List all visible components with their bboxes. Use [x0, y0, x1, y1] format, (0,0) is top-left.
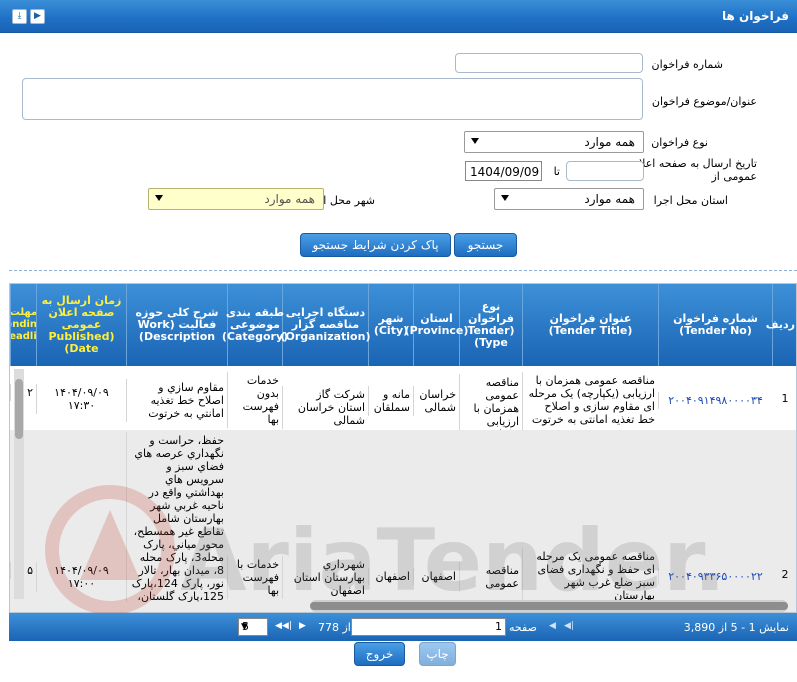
last-page-icon[interactable]: |◀◀: [275, 621, 292, 631]
city: اصفهان: [368, 568, 413, 585]
chevron-down-icon: [155, 195, 163, 201]
col-title-header[interactable]: عنوان فراخوان (Tender Title): [522, 284, 658, 366]
print-button[interactable]: چاپ: [419, 642, 456, 666]
province: خراسان شمالی: [413, 386, 459, 416]
category: خدمات با فهرست بها: [227, 556, 282, 599]
province-select-value: همه موارد: [584, 192, 635, 206]
clear-search-button[interactable]: پاک کردن شرایط جستجو: [300, 233, 451, 257]
pager-bar: نمایش 1 - 5 از 3,890 |◀ ◀ صفحه 1 از 778 …: [9, 613, 797, 641]
search-button[interactable]: جستجو: [454, 233, 517, 257]
work-description: حفظ، حراست و نگهداري عرصه هاي فضاي سبز و…: [126, 432, 227, 602]
tender-no-input[interactable]: [455, 53, 643, 73]
row-number: 1: [781, 392, 789, 405]
download-icon[interactable]: ⤓: [12, 9, 27, 24]
divider: [9, 270, 797, 271]
exit-button[interactable]: خروج: [354, 642, 405, 666]
city: مانه و سملقان: [368, 386, 413, 416]
horizontal-scrollbar[interactable]: [310, 600, 788, 612]
page-count: از 778: [318, 621, 351, 634]
date-to-label: تا: [553, 165, 560, 178]
next-page-icon[interactable]: ▶: [299, 621, 306, 631]
first-page-icon[interactable]: |◀: [564, 621, 574, 631]
table-row[interactable]: 1 ۲۰۰۴۰۹۱۴۹۸۰۰۰۰۳۴ مناقصه عمومی همزمان ب…: [10, 366, 796, 430]
organization: شهرداري بهارستان استان اصفهان: [282, 556, 368, 599]
tender-type: مناقصه عمومی: [459, 562, 522, 592]
col-type-header[interactable]: نوع فراخوان (Tender Type): [459, 284, 522, 366]
prev-page-icon[interactable]: ◀: [549, 621, 556, 631]
organization: شرکت گاز استان خراسان شمالی: [282, 386, 368, 429]
col-category-header[interactable]: طبقه بندی موضوعی (Category): [222, 284, 288, 366]
col-description-header[interactable]: شرح کلی حوزه فعالیت (Work Description): [126, 284, 227, 366]
tender-title: مناقصه عمومی یک مرحله ای حفظ و نگهداری ف…: [522, 548, 658, 604]
page-input[interactable]: 1: [351, 618, 506, 636]
city-select-value: همه موارد: [264, 192, 315, 206]
col-province-header[interactable]: استان (Province): [405, 284, 468, 366]
chevron-down-icon: [471, 138, 479, 144]
category: خدمات بدون فهرست بها: [227, 372, 282, 428]
col-city-header[interactable]: شهر (City): [368, 284, 413, 366]
type-select-value: همه موارد: [584, 135, 635, 149]
chevron-down-icon: [501, 195, 509, 201]
row-number: 2: [781, 568, 789, 581]
tender-no-link[interactable]: ۲۰۰۴۰۹۱۴۹۸۰۰۰۰۳۴: [658, 392, 772, 409]
date-from-input[interactable]: [566, 161, 644, 181]
col-org-header[interactable]: دستگاه اجرایی مناقصه گزار (Organization): [281, 284, 370, 366]
tender-no-link[interactable]: ۲۰۰۴۰۹۳۳۶۵۰۰۰۰۲۲: [658, 568, 772, 585]
tender-title: مناقصه عمومی همزمان با ارزیابی (یکپارچه)…: [522, 372, 658, 430]
play-icon[interactable]: ▶: [30, 9, 45, 24]
pager-summary: نمایش 1 - 5 از 3,890: [683, 621, 789, 634]
results-grid: ردیف شماره فراخوان (Tender No) عنوان فرا…: [9, 283, 797, 613]
col-row-header[interactable]: ردیف: [766, 284, 796, 366]
city-select[interactable]: همه موارد: [148, 188, 324, 210]
table-row[interactable]: 2 ۲۰۰۴۰۹۳۳۶۵۰۰۰۰۲۲ مناقصه عمومی یک مرحله…: [10, 430, 796, 612]
col-tender-no-header[interactable]: شماره فراخوان (Tender No): [658, 284, 772, 366]
province: اصفهان: [413, 568, 459, 585]
vertical-scrollbar[interactable]: [14, 369, 24, 599]
subject-input[interactable]: [22, 78, 643, 120]
scroll-thumb[interactable]: [310, 602, 788, 610]
work-description: مقاوم سازي و اصلاح خط تغذيه امانتي به خر…: [126, 379, 227, 422]
tender-type: مناقصه عمومی همزمان با ارزیابی (یکپارچه): [459, 374, 522, 430]
search-form: شماره فراخوان عنوان/موضوع فراخوان نوع فر…: [9, 33, 797, 268]
app-window: فراخوان ها ⤓ ▶ شماره فراخوان عنوان/موضوع…: [0, 0, 797, 682]
window-title: فراخوان ها: [722, 9, 789, 23]
type-select[interactable]: همه موارد: [464, 131, 644, 153]
page-label: صفحه: [509, 621, 537, 634]
page-size-select[interactable]: 5 ▼: [238, 618, 268, 636]
province-select[interactable]: همه موارد: [494, 188, 644, 210]
grid-header: ردیف شماره فراخوان (Tender No) عنوان فرا…: [10, 284, 796, 366]
chevron-down-icon: ▼: [241, 622, 248, 632]
title-bar: فراخوان ها ⤓ ▶: [0, 0, 797, 33]
date-to-input[interactable]: 1404/09/09: [465, 161, 542, 181]
published-date: ۱۴۰۴/۰۹/۰۹ ۱۷:۰۰: [36, 562, 126, 592]
scroll-thumb[interactable]: [15, 379, 23, 439]
col-deadline-header[interactable]: مهلت (Sending Deadline): [10, 284, 36, 366]
published-date: ۱۴۰۴/۰۹/۰۹ ۱۷:۳۰: [36, 384, 126, 414]
col-published-header[interactable]: زمان ارسال به صفحه اعلان عمومی (Publishe…: [36, 284, 126, 366]
